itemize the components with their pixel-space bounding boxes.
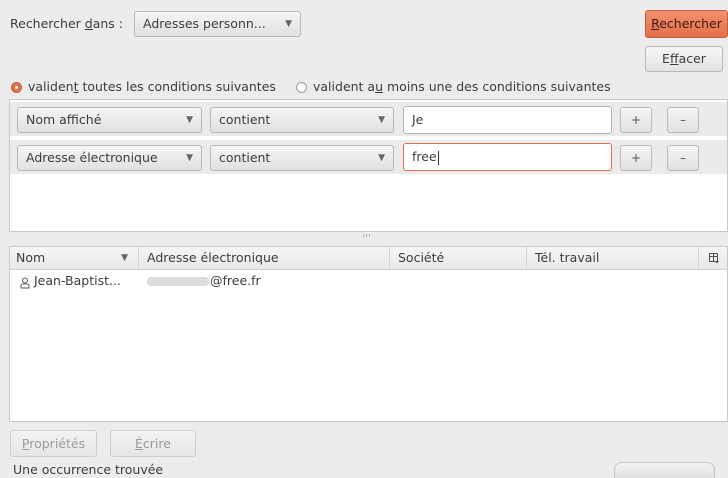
rule-row: Nom affiché ▼ contient ▼ Je + – bbox=[10, 102, 727, 136]
results-header: Nom ▼ Adresse électronique Société Tél. … bbox=[10, 247, 727, 270]
add-rule-button[interactable]: + bbox=[620, 145, 652, 171]
rule-operator-select[interactable]: contient ▼ bbox=[210, 145, 394, 171]
results-table: Nom ▼ Adresse électronique Société Tél. … bbox=[9, 246, 728, 422]
splitter-grip[interactable] bbox=[363, 234, 373, 238]
column-header-name[interactable]: Nom ▼ bbox=[10, 247, 139, 269]
search-in-label: Rechercher dans : bbox=[10, 16, 123, 31]
remove-rule-button[interactable]: – bbox=[667, 145, 699, 171]
remove-rule-button[interactable]: – bbox=[667, 107, 699, 133]
rules-panel: Nom affiché ▼ contient ▼ Je + – Adresse … bbox=[9, 99, 728, 232]
rule-field-select[interactable]: Nom affiché ▼ bbox=[17, 107, 202, 133]
rule-value-input[interactable]: free bbox=[403, 143, 612, 171]
chevron-down-icon: ▼ bbox=[378, 153, 385, 163]
properties-button[interactable]: Propriétés bbox=[10, 430, 97, 457]
column-header-email[interactable]: Adresse électronique bbox=[139, 247, 390, 269]
rule-operator-select[interactable]: contient ▼ bbox=[210, 107, 394, 133]
column-header-phone[interactable]: Tél. travail bbox=[527, 247, 699, 269]
chevron-down-icon: ▼ bbox=[378, 115, 385, 125]
sort-descending-icon: ▼ bbox=[121, 253, 128, 263]
redacted-email-blur bbox=[147, 277, 209, 286]
text-cursor bbox=[437, 150, 439, 165]
rule-row: Adresse électronique ▼ contient ▼ free +… bbox=[10, 140, 727, 174]
match-any-label[interactable]: valident au moins une des conditions sui… bbox=[313, 79, 611, 94]
table-row[interactable]: Jean-Baptist... @free.fr bbox=[10, 271, 727, 291]
contact-icon bbox=[20, 275, 30, 289]
rule-field-select[interactable]: Adresse électronique ▼ bbox=[17, 145, 202, 171]
chevron-down-icon: ▼ bbox=[285, 19, 292, 29]
rule-value-input[interactable]: Je bbox=[403, 106, 612, 134]
match-all-label[interactable]: valident toutes les conditions suivantes bbox=[28, 79, 276, 94]
chevron-down-icon: ▼ bbox=[186, 153, 193, 163]
write-button[interactable]: Écrire bbox=[110, 430, 196, 457]
add-rule-button[interactable]: + bbox=[620, 107, 652, 133]
radio-match-any[interactable] bbox=[296, 82, 307, 93]
status-progress-bar bbox=[614, 462, 715, 478]
search-in-dropdown[interactable]: Adresses personn... ▼ bbox=[134, 11, 301, 37]
status-text: Une occurrence trouvée bbox=[13, 462, 164, 477]
column-picker-icon[interactable] bbox=[709, 252, 720, 264]
search-button[interactable]: Rechercher bbox=[645, 10, 728, 38]
clear-button[interactable]: Effacer bbox=[645, 46, 723, 72]
radio-match-all[interactable] bbox=[11, 82, 22, 93]
column-header-company[interactable]: Société bbox=[390, 247, 527, 269]
chevron-down-icon: ▼ bbox=[186, 115, 193, 125]
